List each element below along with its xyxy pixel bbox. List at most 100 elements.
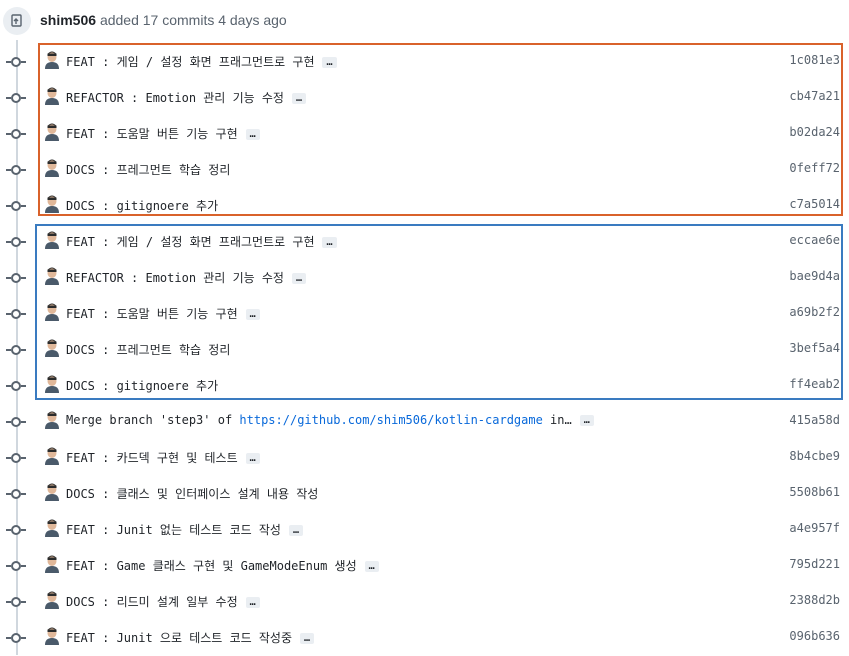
commit-message[interactable]: FEAT : 게임 / 설정 화면 프래그먼트로 구현 … [66, 233, 337, 250]
expand-message-button[interactable]: … [245, 453, 260, 464]
avatar[interactable] [44, 123, 60, 141]
commit-sha-link[interactable]: 096b636 [789, 629, 840, 643]
commit-message-text[interactable]: FEAT : 도움말 버튼 기능 구현 [66, 127, 238, 141]
expand-message-button[interactable]: … [291, 273, 306, 284]
commit-node-icon [6, 201, 26, 211]
avatar[interactable] [44, 591, 60, 609]
commit-message[interactable]: FEAT : 도움말 버튼 기능 구현 … [66, 305, 260, 322]
avatar[interactable] [44, 159, 60, 177]
expand-message-button[interactable]: … [322, 237, 337, 248]
commit-message-text[interactable]: DOCS : 클래스 및 인터페이스 설계 내용 작성 [66, 487, 318, 501]
expand-message-button[interactable]: … [322, 57, 337, 68]
avatar[interactable] [44, 447, 60, 465]
avatar[interactable] [44, 51, 60, 69]
commit-message[interactable]: FEAT : 게임 / 설정 화면 프래그먼트로 구현 … [66, 53, 337, 70]
commit-row: FEAT : Junit 으로 테스트 코드 작성중 … 096b636 [0, 620, 849, 656]
avatar[interactable] [44, 483, 60, 501]
expand-message-button[interactable]: … [291, 93, 306, 104]
avatar[interactable] [44, 339, 60, 357]
commit-message[interactable]: REFACTOR : Emotion 관리 기능 수정 … [66, 89, 306, 106]
commit-row: DOCS : 클래스 및 인터페이스 설계 내용 작성 5508b61 [0, 476, 849, 512]
commit-message[interactable]: Merge branch 'step3' of https://github.c… [66, 413, 594, 427]
expand-message-button[interactable]: … [245, 129, 260, 140]
commit-message-text[interactable]: FEAT : Game 클래스 구현 및 GameModeEnum 생성 [66, 559, 357, 573]
avatar[interactable] [44, 627, 60, 645]
commit-message-text[interactable]: FEAT : 게임 / 설정 화면 프래그먼트로 구현 [66, 235, 314, 249]
commit-sha-link[interactable]: eccae6e [789, 233, 840, 247]
commit-message-text[interactable]: REFACTOR : Emotion 관리 기능 수정 [66, 271, 284, 285]
commit-node-icon [6, 345, 26, 355]
commit-sha-link[interactable]: 3bef5a4 [789, 341, 840, 355]
commit-message[interactable]: FEAT : 도움말 버튼 기능 구현 … [66, 125, 260, 142]
expand-message-button[interactable]: … [245, 597, 260, 608]
commit-sha-link[interactable]: 415a58d [789, 413, 840, 427]
commit-node-icon [6, 129, 26, 139]
commit-message[interactable]: DOCS : 리드미 설계 일부 수정 … [66, 593, 260, 610]
commit-node-icon [6, 525, 26, 535]
commit-sha-link[interactable]: ff4eab2 [789, 377, 840, 391]
expand-message-button[interactable]: … [288, 525, 303, 536]
header-action: added 17 commits 4 days ago [99, 12, 287, 28]
commit-message-text[interactable]: FEAT : 도움말 버튼 기능 구현 [66, 307, 238, 321]
commit-sha-link[interactable]: a69b2f2 [789, 305, 840, 319]
timeline-header: shim506 added 17 commits 4 days ago [0, 0, 849, 40]
commit-message[interactable]: REFACTOR : Emotion 관리 기능 수정 … [66, 269, 306, 286]
avatar[interactable] [44, 267, 60, 285]
commit-message-text[interactable]: DOCS : 프레그먼트 학습 정리 [66, 343, 230, 357]
commit-message-text[interactable]: REFACTOR : Emotion 관리 기능 수정 [66, 91, 284, 105]
commit-message[interactable]: FEAT : 카드덱 구현 및 테스트 … [66, 449, 260, 466]
commit-sha-link[interactable]: 1c081e3 [789, 53, 840, 67]
commit-message-text[interactable]: DOCS : 리드미 설계 일부 수정 [66, 595, 238, 609]
avatar[interactable] [44, 87, 60, 105]
commit-message-text[interactable]: Merge branch 'step3' of [66, 413, 239, 427]
commit-row: DOCS : 리드미 설계 일부 수정 … 2388d2b [0, 584, 849, 620]
commit-node-icon [6, 237, 26, 247]
commit-message[interactable]: FEAT : Junit 없는 테스트 코드 작성 … [66, 521, 303, 538]
commit-sha-link[interactable]: 0feff72 [789, 161, 840, 175]
commit-message[interactable]: FEAT : Junit 으로 테스트 코드 작성중 … [66, 629, 315, 646]
commit-link[interactable]: https://github.com/shim506/kotlin-cardga… [239, 413, 542, 427]
commit-sha-link[interactable]: 5508b61 [789, 485, 840, 499]
commit-row: DOCS : 프레그먼트 학습 정리 0feff72 [0, 152, 849, 188]
commit-message[interactable]: FEAT : Game 클래스 구현 및 GameModeEnum 생성 … [66, 557, 379, 574]
commit-message-text[interactable]: FEAT : Junit 없는 테스트 코드 작성 [66, 523, 281, 537]
avatar[interactable] [44, 303, 60, 321]
avatar[interactable] [44, 231, 60, 249]
commit-message-text[interactable]: DOCS : gitignoere 추가 [66, 199, 218, 213]
commit-sha-link[interactable]: b02da24 [789, 125, 840, 139]
commit-sha-link[interactable]: 8b4cbe9 [789, 449, 840, 463]
commit-sha-link[interactable]: 795d221 [789, 557, 840, 571]
commit-message-text[interactable]: FEAT : 게임 / 설정 화면 프래그먼트로 구현 [66, 55, 314, 69]
commit-message[interactable]: DOCS : 클래스 및 인터페이스 설계 내용 작성 [66, 485, 318, 502]
avatar[interactable] [44, 555, 60, 573]
user-link[interactable]: shim506 [40, 12, 96, 28]
commit-node-icon [6, 381, 26, 391]
commit-sha-link[interactable]: 2388d2b [789, 593, 840, 607]
avatar[interactable] [44, 519, 60, 537]
commit-message-text[interactable]: DOCS : 프레그먼트 학습 정리 [66, 163, 230, 177]
avatar[interactable] [44, 411, 60, 429]
commit-node-icon [6, 57, 26, 67]
commit-message[interactable]: DOCS : gitignoere 추가 [66, 197, 218, 214]
expand-message-button[interactable]: … [245, 309, 260, 320]
expand-message-button[interactable]: … [364, 561, 379, 572]
expand-message-button[interactable]: … [579, 415, 594, 426]
commit-message-text[interactable]: DOCS : gitignoere 추가 [66, 379, 218, 393]
commit-sha-link[interactable]: a4e957f [789, 521, 840, 535]
commit-message-text[interactable]: FEAT : 카드덱 구현 및 테스트 [66, 451, 238, 465]
commit-node-icon [6, 633, 26, 643]
commit-message-suffix: in… [542, 413, 572, 427]
commit-message[interactable]: DOCS : 프레그먼트 학습 정리 [66, 341, 230, 358]
commit-message-text[interactable]: FEAT : Junit 으로 테스트 코드 작성중 [66, 631, 292, 645]
commit-node-icon [6, 93, 26, 103]
avatar[interactable] [44, 375, 60, 393]
commit-sha-link[interactable]: c7a5014 [789, 197, 840, 211]
commit-message[interactable]: DOCS : gitignoere 추가 [66, 377, 218, 394]
commit-node-icon [6, 309, 26, 319]
avatar[interactable] [44, 195, 60, 213]
commit-node-icon [6, 417, 26, 427]
commit-sha-link[interactable]: bae9d4a [789, 269, 840, 283]
commit-message[interactable]: DOCS : 프레그먼트 학습 정리 [66, 161, 230, 178]
commit-sha-link[interactable]: cb47a21 [789, 89, 840, 103]
expand-message-button[interactable]: … [300, 633, 315, 644]
